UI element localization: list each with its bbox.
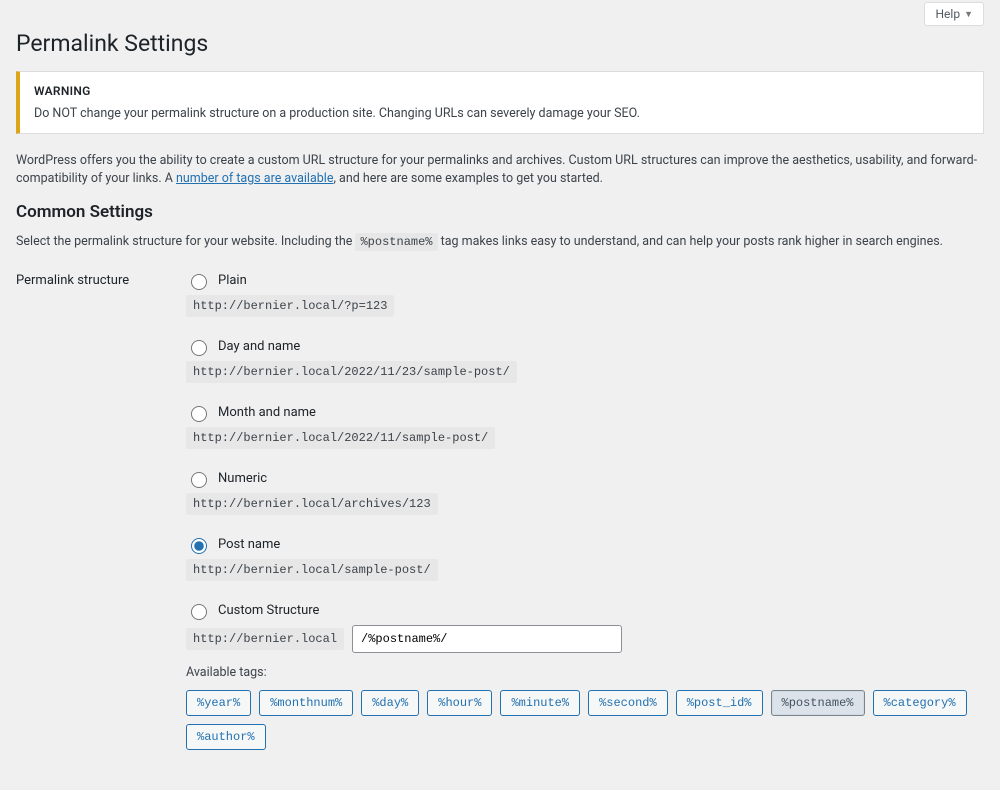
- custom-base-url: http://bernier.local: [186, 628, 344, 650]
- warning-text: Do NOT change your permalink structure o…: [34, 106, 969, 121]
- structure-description: Select the permalink structure for your …: [16, 234, 984, 249]
- postname-code: %postname%: [355, 233, 437, 251]
- tag-button-day[interactable]: %day%: [361, 690, 419, 716]
- available-tags-label: Available tags:: [186, 665, 984, 680]
- radio-day-and-name[interactable]: [191, 340, 207, 356]
- tag-button-post_id[interactable]: %post_id%: [676, 690, 763, 716]
- tags-available-link[interactable]: number of tags are available: [176, 171, 333, 186]
- page-title: Permalink Settings: [16, 30, 984, 57]
- example-dayname: http://bernier.local/2022/11/23/sample-p…: [186, 361, 517, 383]
- radio-custom-structure[interactable]: [191, 604, 207, 620]
- permalink-structure-label: Permalink structure: [16, 271, 186, 288]
- tag-button-hour[interactable]: %hour%: [427, 690, 492, 716]
- radio-numeric-label[interactable]: Numeric: [218, 471, 267, 486]
- example-postname: http://bernier.local/sample-post/: [186, 559, 438, 581]
- radio-post-name-label[interactable]: Post name: [218, 537, 280, 552]
- radio-plain-label[interactable]: Plain: [218, 273, 247, 288]
- radio-month-and-name[interactable]: [191, 406, 207, 422]
- example-monthname: http://bernier.local/2022/11/sample-post…: [186, 427, 495, 449]
- radio-numeric[interactable]: [191, 472, 207, 488]
- example-plain: http://bernier.local/?p=123: [186, 295, 394, 317]
- radio-day-and-name-label[interactable]: Day and name: [218, 339, 300, 354]
- tag-button-monthnum[interactable]: %monthnum%: [259, 690, 353, 716]
- radio-plain[interactable]: [191, 274, 207, 290]
- warning-title: WARNING: [34, 84, 969, 98]
- common-settings-heading: Common Settings: [16, 202, 984, 222]
- tag-button-minute[interactable]: %minute%: [500, 690, 580, 716]
- tag-button-author[interactable]: %author%: [186, 724, 266, 750]
- tag-button-year[interactable]: %year%: [186, 690, 251, 716]
- tag-button-postname[interactable]: %postname%: [771, 690, 865, 716]
- custom-structure-input[interactable]: [352, 625, 622, 653]
- tag-button-second[interactable]: %second%: [588, 690, 668, 716]
- radio-custom-structure-label[interactable]: Custom Structure: [218, 603, 319, 618]
- intro-text: WordPress offers you the ability to crea…: [16, 152, 984, 188]
- radio-month-and-name-label[interactable]: Month and name: [218, 405, 316, 420]
- help-button[interactable]: Help ▼: [924, 2, 984, 26]
- radio-post-name[interactable]: [191, 538, 207, 554]
- tag-list: %year% %monthnum% %day% %hour% %minute% %seco…: [186, 690, 984, 750]
- example-numeric: http://bernier.local/archives/123: [186, 493, 438, 515]
- tag-button-category[interactable]: %category%: [873, 690, 967, 716]
- caret-down-icon: ▼: [964, 9, 973, 20]
- warning-box: WARNING Do NOT change your permalink str…: [16, 71, 984, 134]
- help-label: Help: [935, 7, 960, 21]
